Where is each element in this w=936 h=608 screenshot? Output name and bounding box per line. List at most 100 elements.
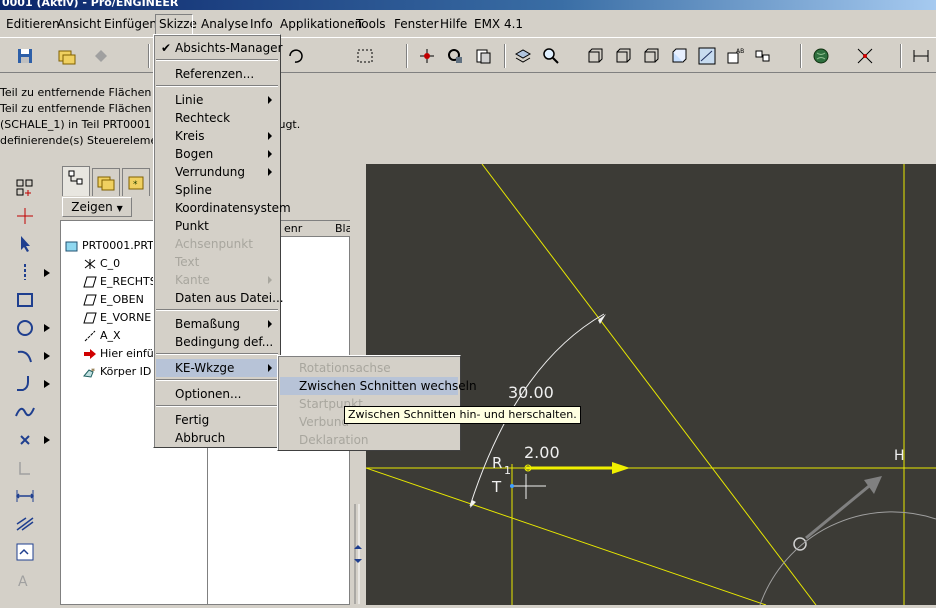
globe-icon[interactable] xyxy=(812,47,830,65)
menu-item-referenzen[interactable]: Referenzen... xyxy=(156,65,278,83)
undo-icon[interactable] xyxy=(286,47,304,65)
menu-item-punkt[interactable]: Punkt xyxy=(156,217,278,235)
offset-dimension[interactable]: 2.00 xyxy=(524,443,560,462)
layer-stack-icon[interactable] xyxy=(514,47,532,65)
menu-applikationen[interactable]: Applikationen xyxy=(280,17,362,31)
model-tree-icon[interactable] xyxy=(58,47,76,65)
select-arrow-icon[interactable] xyxy=(14,234,36,254)
menu-item-optionen[interactable]: Optionen... xyxy=(156,385,278,403)
save-icon[interactable] xyxy=(16,47,34,65)
direction-arrowhead xyxy=(612,462,630,474)
datum-planes-icon[interactable]: AB xyxy=(726,47,744,65)
menu-ansicht[interactable]: Ansicht xyxy=(57,17,101,31)
sketch-setup-icon[interactable] xyxy=(14,178,36,198)
toolbar-separator xyxy=(800,44,802,68)
menu-emx[interactable]: EMX 4.1 xyxy=(474,17,523,31)
constraint-label-1: 1 xyxy=(504,464,511,477)
menu-item-fertig[interactable]: Fertig xyxy=(156,411,278,429)
submenu-arrow-icon xyxy=(268,168,272,176)
skizze-menu: ✔ Absichts-Manager Referenzen... Linie R… xyxy=(153,34,291,448)
menu-hilfe[interactable]: Hilfe xyxy=(440,17,467,31)
tree-item-part[interactable]: PRT0001.PRT xyxy=(65,239,154,252)
references-icon[interactable] xyxy=(14,206,36,226)
sketch-tools-icon[interactable] xyxy=(856,47,874,65)
constraints-tool-icon[interactable] xyxy=(14,542,36,562)
menu-separator xyxy=(156,59,278,61)
start-point xyxy=(510,484,514,488)
menu-item-abbruch[interactable]: Abbruch xyxy=(156,429,278,447)
tree-item[interactable]: A_X xyxy=(83,329,121,342)
tree-icon xyxy=(68,170,83,185)
view-box-icon[interactable] xyxy=(586,47,604,65)
show-button[interactable]: Zeigen ▼ xyxy=(62,197,132,217)
tab-folder-browser[interactable] xyxy=(92,168,120,196)
select-box-icon[interactable] xyxy=(356,47,374,65)
datum-plane-icon xyxy=(83,294,97,306)
part-icon xyxy=(65,241,78,252)
menu-analyse[interactable]: Analyse xyxy=(201,17,248,31)
tree-item[interactable]: E_RECHTS xyxy=(83,275,157,288)
favorites-icon: * xyxy=(128,176,144,190)
text-tool-icon: A xyxy=(18,574,28,590)
message-area: Teil zu entfernende Flächen wählen. Teil… xyxy=(0,80,936,160)
menu-editieren[interactable]: Editieren xyxy=(6,17,60,31)
tab-favorites[interactable]: * xyxy=(122,168,150,196)
menu-item-label: Verbund xyxy=(299,415,350,429)
menu-tools[interactable]: Tools xyxy=(356,17,386,31)
regenerate-icon[interactable] xyxy=(92,47,110,65)
tree-item[interactable]: * Körper ID xyxy=(83,365,151,378)
tree-item[interactable]: E_OBEN xyxy=(83,293,144,306)
tree-item[interactable]: E_VORNE xyxy=(83,311,151,324)
menu-item-verrundung[interactable]: Verrundung xyxy=(156,163,278,181)
dimension-tool-icon[interactable] xyxy=(14,486,36,506)
menu-item-ke-wkzge[interactable]: KE-Wkzge xyxy=(156,359,278,377)
constraint-label-h: H xyxy=(894,448,905,464)
menu-item-label: Achsenpunkt xyxy=(175,237,253,251)
expand-arrow-icon[interactable] xyxy=(44,436,50,444)
modify-tool-icon[interactable] xyxy=(14,514,36,534)
menu-item-absichts-manager[interactable]: ✔ Absichts-Manager xyxy=(156,39,283,57)
expand-arrow-icon[interactable] xyxy=(44,380,50,388)
menu-item-spline[interactable]: Spline xyxy=(156,181,278,199)
tree-column-header[interactable]: Bla xyxy=(331,221,352,237)
menu-item-daten-aus-datei[interactable]: Daten aus Datei... xyxy=(156,289,284,307)
tree-item-label: E_RECHTS xyxy=(100,275,157,288)
menu-item-linie[interactable]: Linie xyxy=(156,91,278,109)
menu-info[interactable]: Info xyxy=(250,17,273,31)
menu-item-bogen[interactable]: Bogen xyxy=(156,145,278,163)
menu-item-kreis[interactable]: Kreis xyxy=(156,127,278,145)
menu-item-rechteck[interactable]: Rechteck xyxy=(156,109,278,127)
angle-dimension[interactable]: 30.00 xyxy=(508,383,554,402)
rectangle-tool-icon[interactable] xyxy=(14,290,36,310)
menu-item-zwischen-schnitten-wechseln[interactable]: Zwischen Schnitten wechseln xyxy=(280,377,477,395)
expand-arrow-icon[interactable] xyxy=(44,269,50,277)
sketch-view-icon[interactable] xyxy=(698,47,716,65)
view-shaded-icon[interactable] xyxy=(670,47,688,65)
circle-tool-icon[interactable] xyxy=(14,318,36,338)
expand-arrow-icon[interactable] xyxy=(44,324,50,332)
view-hidden-icon[interactable] xyxy=(642,47,660,65)
point-tool-icon[interactable] xyxy=(14,430,36,450)
menu-fenster[interactable]: Fenster xyxy=(394,17,439,31)
menu-item-bemassung[interactable]: Bemaßung xyxy=(156,315,278,333)
tooltip: Zwischen Schnitten hin- und herschalten. xyxy=(344,406,581,424)
datum-axes-icon[interactable] xyxy=(754,47,772,65)
arc-tool-icon[interactable] xyxy=(14,346,36,366)
toolbar-separator xyxy=(148,44,150,68)
line-tool-icon[interactable] xyxy=(14,262,36,282)
settings-icon[interactable] xyxy=(446,47,464,65)
layers-icon[interactable] xyxy=(474,47,492,65)
dimension-icon[interactable] xyxy=(912,47,930,65)
tab-model-tree[interactable] xyxy=(62,166,90,196)
menu-einfuegen[interactable]: Einfügen xyxy=(104,17,157,31)
spline-tool-icon[interactable] xyxy=(14,402,36,422)
datum-point-icon[interactable] xyxy=(418,47,436,65)
zoom-icon[interactable] xyxy=(542,47,560,65)
menu-item-koordinatensystem[interactable]: Koordinatensystem xyxy=(156,199,291,217)
menu-item-bedingung[interactable]: Bedingung def... xyxy=(156,333,278,351)
fillet-tool-icon[interactable] xyxy=(14,374,36,394)
view-wire-icon[interactable] xyxy=(614,47,632,65)
svg-text:AB: AB xyxy=(736,48,744,55)
tree-item[interactable]: C_0 xyxy=(83,257,120,270)
expand-arrow-icon[interactable] xyxy=(44,352,50,360)
